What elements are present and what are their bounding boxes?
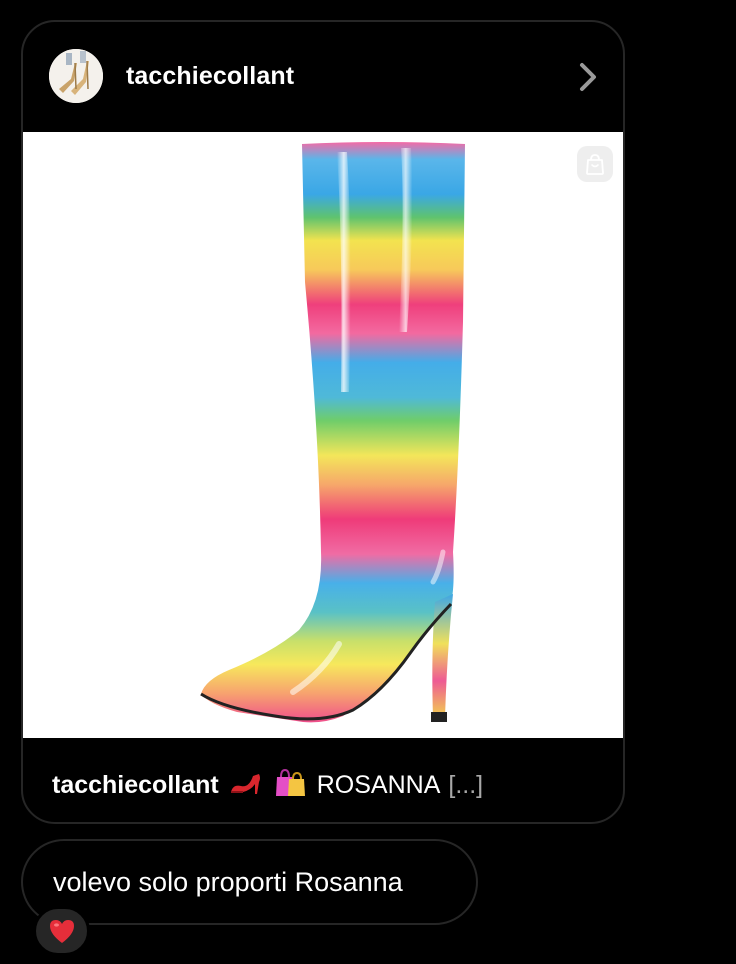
post-author-username[interactable]: tacchiecollant (126, 62, 294, 91)
caption-username[interactable]: tacchiecollant (52, 771, 219, 800)
shared-post-card[interactable]: tacchiecollant tacchiecollant ROSANNA [.… (21, 20, 625, 824)
post-caption[interactable]: tacchiecollant ROSANNA [...] (52, 766, 483, 805)
avatar[interactable] (49, 49, 103, 103)
message-bubble[interactable]: volevo solo proporti Rosanna (21, 839, 478, 925)
shopping-bag-icon[interactable] (577, 146, 613, 182)
message-text: volevo solo proporti Rosanna (53, 867, 403, 897)
gold-heels-avatar-icon (49, 49, 103, 103)
caption-text: ROSANNA (316, 771, 441, 799)
caption-more-link[interactable]: [...] (448, 771, 483, 800)
reaction-badge[interactable] (33, 906, 90, 956)
shopping-bags-icon (273, 766, 307, 805)
high-heel-icon (229, 768, 263, 803)
chat-thread: tacchiecollant tacchiecollant ROSANNA [.… (0, 0, 736, 964)
red-heart-icon (49, 920, 74, 943)
rainbow-stiletto-boot-icon (200, 142, 465, 723)
post-header[interactable]: tacchiecollant (23, 22, 623, 132)
chevron-right-icon[interactable] (573, 60, 603, 94)
post-image[interactable] (23, 132, 623, 738)
